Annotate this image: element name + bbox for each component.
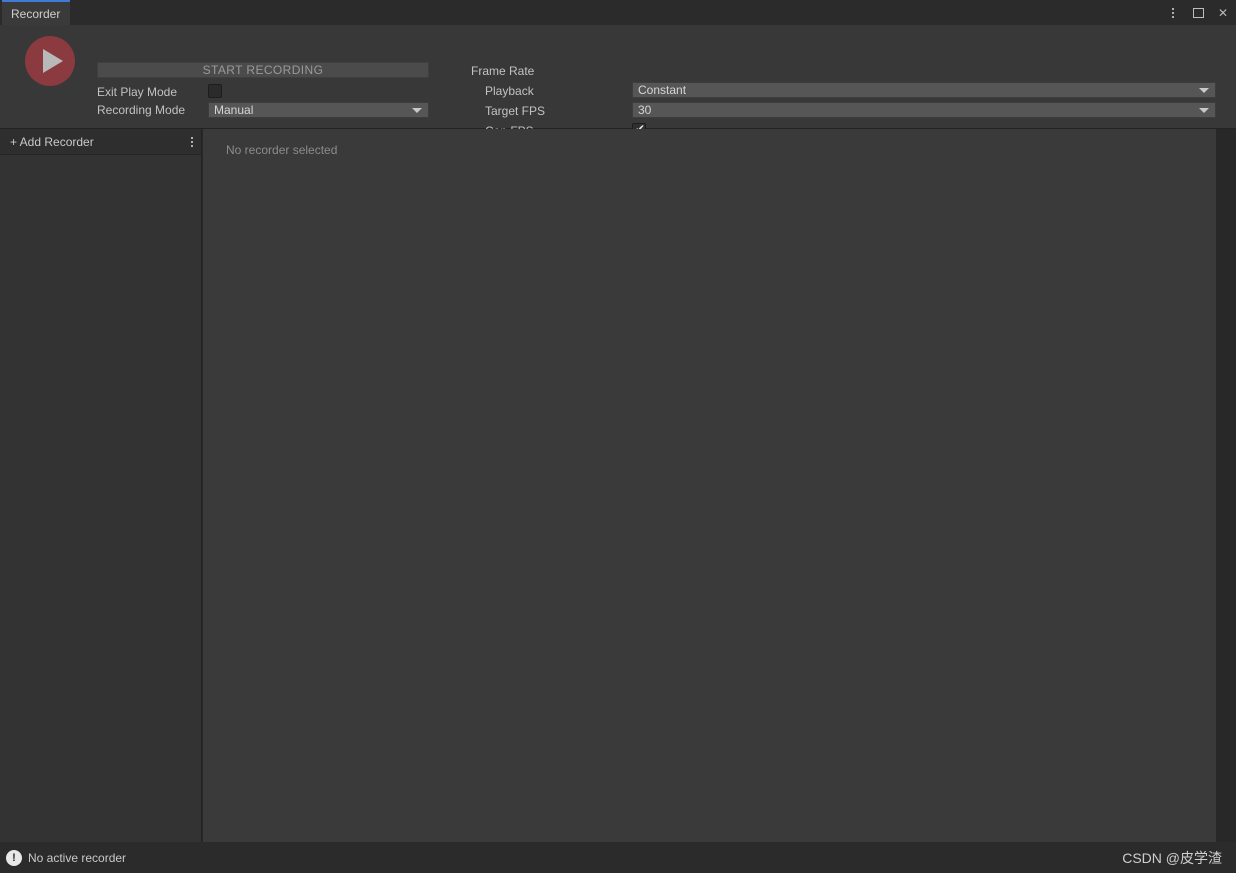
window-controls: ✕ xyxy=(1166,0,1230,25)
playback-label: Playback xyxy=(485,84,534,98)
recorder-detail-panel: No recorder selected xyxy=(203,129,1216,842)
warning-glyph: ! xyxy=(12,851,16,864)
chevron-down-icon xyxy=(1199,88,1209,93)
add-recorder-label: + Add Recorder xyxy=(10,134,94,149)
tab-bar: Recorder ✕ xyxy=(0,0,1236,25)
play-triangle xyxy=(42,49,63,73)
exit-play-mode-checkbox[interactable] xyxy=(208,84,222,98)
playback-value: Constant xyxy=(638,83,687,97)
chevron-down-icon xyxy=(412,108,422,113)
recorder-window: Recorder ✕ START RECORDING Exit Play Mod… xyxy=(0,0,1236,873)
recording-mode-value: Manual xyxy=(214,103,254,117)
recorder-header: START RECORDING Exit Play Mode Recording… xyxy=(0,25,1236,138)
recording-mode-label: Recording Mode xyxy=(97,103,186,117)
kebab-menu-icon[interactable] xyxy=(191,135,193,149)
status-bar: ! No active recorder CSDN @皮学渣 xyxy=(0,842,1236,873)
chevron-down-icon xyxy=(1199,108,1209,113)
kebab-dots xyxy=(1172,6,1174,20)
status-message: No active recorder xyxy=(28,850,127,865)
maximize-icon[interactable] xyxy=(1191,6,1205,20)
start-recording-button[interactable]: START RECORDING xyxy=(97,62,429,78)
target-fps-label: Target FPS xyxy=(485,104,546,118)
target-fps-value: 30 xyxy=(638,103,652,117)
playback-dropdown[interactable]: Constant xyxy=(632,82,1216,98)
body-area: + Add Recorder No recorder selected xyxy=(0,129,1236,842)
watermark: CSDN @皮学渣 xyxy=(1122,849,1222,866)
no-recorder-selected-message: No recorder selected xyxy=(226,143,338,157)
play-icon[interactable] xyxy=(25,36,75,86)
recorder-list[interactable] xyxy=(0,155,201,842)
exit-play-mode-label: Exit Play Mode xyxy=(97,85,178,99)
recorder-list-panel: + Add Recorder xyxy=(0,129,202,842)
tab-recorder-label: Recorder xyxy=(11,6,61,21)
warning-icon: ! xyxy=(6,849,22,866)
frame-rate-section-label: Frame Rate xyxy=(471,64,535,78)
kebab-menu-icon[interactable] xyxy=(1166,6,1180,20)
recording-mode-dropdown[interactable]: Manual xyxy=(208,102,429,118)
target-fps-dropdown[interactable]: 30 xyxy=(632,102,1216,118)
close-glyph: ✕ xyxy=(1217,5,1229,20)
maximize-square xyxy=(1192,7,1204,18)
tab-recorder[interactable]: Recorder xyxy=(2,0,70,25)
add-recorder-button[interactable]: + Add Recorder xyxy=(0,129,201,155)
close-icon[interactable]: ✕ xyxy=(1216,6,1230,20)
start-recording-label: START RECORDING xyxy=(202,63,324,77)
